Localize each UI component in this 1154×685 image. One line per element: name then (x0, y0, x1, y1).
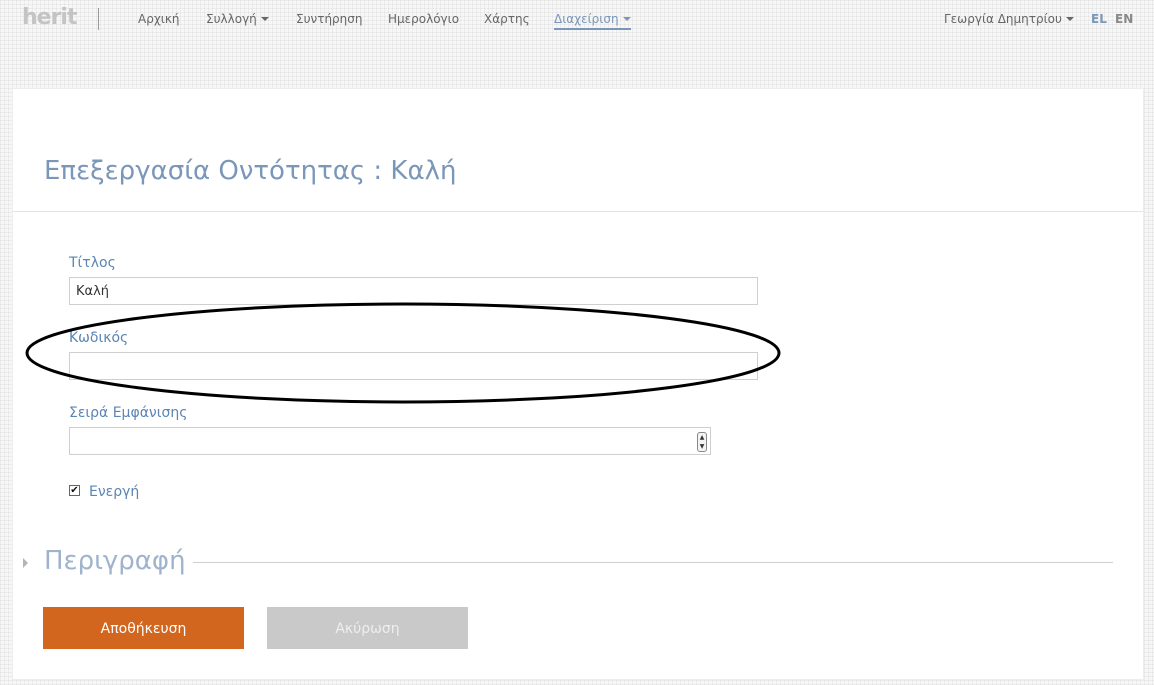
active-label: Ενεργή (89, 484, 140, 500)
description-section-toggle[interactable]: Περιγραφή (44, 545, 186, 577)
nav-item-label: Συλλογή (206, 12, 257, 26)
save-button[interactable]: Αποθήκευση (43, 607, 244, 649)
active-checkbox[interactable]: ✔ (69, 485, 80, 496)
expand-arrow-icon[interactable] (23, 558, 28, 568)
title-input[interactable] (69, 277, 758, 305)
nav-item-map[interactable]: Χάρτης (484, 11, 530, 27)
nav-item-collection[interactable]: Συλλογή (206, 11, 269, 27)
chevron-down-icon (1065, 16, 1074, 21)
title-label: Τίτλος (69, 255, 116, 271)
number-spinner[interactable]: ▲ ▼ (697, 432, 707, 452)
language-en[interactable]: EN (1115, 11, 1133, 27)
logo-divider (98, 8, 99, 30)
code-label: Κωδικός (69, 330, 129, 346)
display-order-input[interactable] (69, 427, 711, 455)
nav-item-label: Αρχική (138, 12, 180, 26)
nav-item-home[interactable]: Αρχική (138, 11, 180, 27)
nav-item-label: Χάρτης (484, 12, 530, 26)
nav-item-label: Συντήρηση (296, 12, 363, 26)
top-navigation: herit Αρχική Συλλογή Συντήρηση Ημερολόγι… (0, 0, 1154, 40)
display-order-label: Σειρά Εμφάνισης (69, 405, 188, 421)
user-menu[interactable]: Γεωργία Δημητρίου (944, 11, 1074, 27)
page-title: Επεξεργασία Οντότητας : Καλή (44, 156, 457, 186)
chevron-down-icon (622, 16, 631, 21)
nav-item-administration[interactable]: Διαχείριση (554, 11, 631, 30)
nav-item-label: Ημερολόγιο (388, 12, 460, 26)
section-divider (193, 562, 1113, 563)
nav-item-label: Διαχείριση (554, 12, 619, 26)
user-name: Γεωργία Δημητρίου (944, 12, 1062, 26)
language-el[interactable]: EL (1091, 11, 1107, 27)
code-input[interactable] (69, 352, 758, 380)
title-divider (13, 211, 1143, 212)
logo[interactable]: herit (22, 4, 77, 32)
edit-entity-panel: Επεξεργασία Οντότητας : Καλή Τίτλος Κωδι… (12, 88, 1144, 680)
cancel-button[interactable]: Ακύρωση (267, 607, 468, 649)
nav-item-conservation[interactable]: Συντήρηση (296, 11, 363, 27)
nav-item-calendar[interactable]: Ημερολόγιο (388, 11, 459, 27)
chevron-down-icon (260, 16, 269, 21)
